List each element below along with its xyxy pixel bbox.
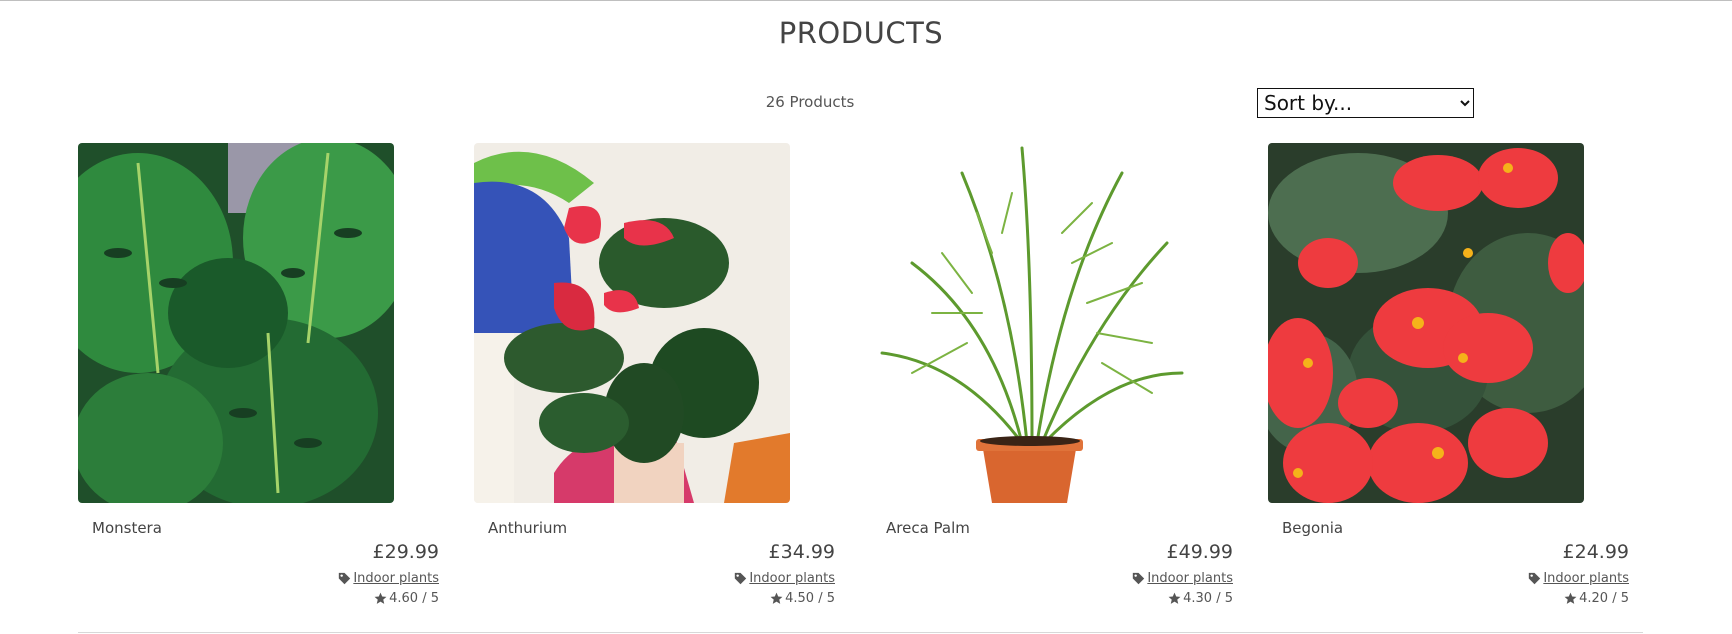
product-name[interactable]: Anthurium — [488, 519, 567, 537]
products-page: PRODUCTS 26 Products Sort by... Monstera… — [0, 0, 1732, 634]
star-icon — [1168, 592, 1181, 604]
product-category: Indoor plants — [734, 571, 835, 586]
product-image-anthurium[interactable] — [474, 143, 790, 503]
rating-value: 4.20 / 5 — [1579, 591, 1629, 606]
top-divider — [0, 0, 1732, 1]
product-name[interactable]: Areca Palm — [886, 519, 970, 537]
product-rating: 4.50 / 5 — [770, 591, 835, 606]
category-link[interactable]: Indoor plants — [1543, 571, 1629, 586]
product-rating: 4.60 / 5 — [374, 591, 439, 606]
rating-value: 4.50 / 5 — [785, 591, 835, 606]
category-link[interactable]: Indoor plants — [749, 571, 835, 586]
category-link[interactable]: Indoor plants — [1147, 571, 1233, 586]
rating-value: 4.60 / 5 — [389, 591, 439, 606]
product-price: £24.99 — [1562, 541, 1629, 563]
category-link[interactable]: Indoor plants — [353, 571, 439, 586]
product-image-begonia[interactable] — [1268, 143, 1584, 503]
tag-icon — [1133, 572, 1145, 585]
bottom-divider — [78, 632, 1643, 633]
sort-select[interactable]: Sort by... — [1257, 88, 1474, 118]
product-name[interactable]: Monstera — [92, 519, 162, 537]
product-category: Indoor plants — [1132, 571, 1233, 586]
product-name[interactable]: Begonia — [1282, 519, 1343, 537]
product-category: Indoor plants — [338, 571, 439, 586]
product-count: 26 Products — [765, 93, 855, 111]
product-category: Indoor plants — [1528, 571, 1629, 586]
star-icon — [374, 592, 387, 604]
rating-value: 4.30 / 5 — [1183, 591, 1233, 606]
product-image-areca-palm[interactable] — [872, 143, 1188, 503]
product-rating: 4.30 / 5 — [1168, 591, 1233, 606]
product-rating: 4.20 / 5 — [1564, 591, 1629, 606]
product-price: £34.99 — [768, 541, 835, 563]
tag-icon — [1529, 572, 1541, 585]
product-price: £49.99 — [1166, 541, 1233, 563]
page-title: PRODUCTS — [778, 16, 944, 50]
product-image-monstera[interactable] — [78, 143, 394, 503]
tag-icon — [339, 572, 351, 585]
tag-icon — [735, 572, 747, 585]
star-icon — [770, 592, 783, 604]
product-price: £29.99 — [372, 541, 439, 563]
star-icon — [1564, 592, 1577, 604]
